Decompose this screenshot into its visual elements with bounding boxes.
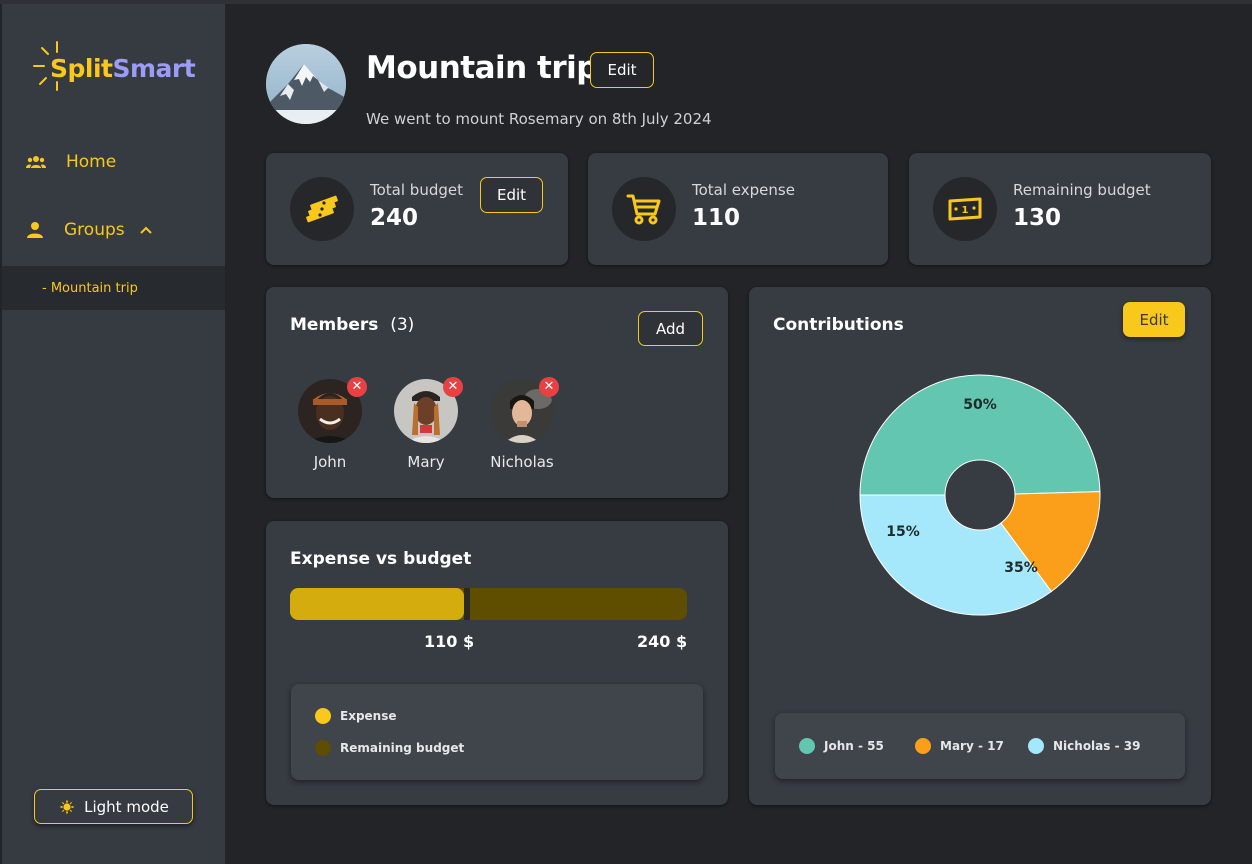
pie-label-nicholas: 35% bbox=[1004, 560, 1038, 576]
stat-value: 110 bbox=[692, 205, 741, 231]
members-card: Members (3) Add ✕ John ✕ Mary ✕ Nicholas bbox=[266, 287, 728, 498]
legend-item-expense: Expense bbox=[315, 708, 397, 724]
member-name: Nicholas bbox=[490, 453, 554, 471]
member-name: Mary bbox=[407, 453, 445, 471]
stat-label: Remaining budget bbox=[1013, 181, 1151, 199]
edit-group-button[interactable]: Edit bbox=[590, 52, 654, 88]
total-budget-card: Total budget 240 Edit bbox=[266, 153, 568, 265]
remove-member-icon[interactable]: ✕ bbox=[539, 377, 559, 397]
bar-separator bbox=[464, 588, 470, 620]
legend-dot bbox=[1028, 738, 1044, 754]
remove-member-icon[interactable]: ✕ bbox=[347, 377, 367, 397]
light-mode-button[interactable]: Light mode bbox=[34, 789, 193, 824]
banknote-icon-wrap: 1 bbox=[933, 177, 997, 241]
page-title: Mountain trip bbox=[366, 50, 598, 86]
sidebar-subitem-mountain-trip[interactable]: - Mountain trip bbox=[2, 266, 225, 310]
contributions-pie-chart: 50% 15% 35% bbox=[859, 374, 1101, 616]
legend-dot bbox=[315, 740, 331, 756]
budget-value: 240 $ bbox=[637, 632, 688, 651]
cart-icon bbox=[626, 194, 661, 225]
group-icon bbox=[26, 156, 46, 168]
cart-icon-wrap bbox=[612, 177, 676, 241]
expense-legend: Expense Remaining budget bbox=[291, 684, 703, 780]
expense-value: 110 $ bbox=[424, 632, 475, 651]
logo-text: SplitSmart bbox=[50, 54, 196, 83]
pie-label-mary: 15% bbox=[886, 524, 920, 540]
sidebar-item-label: Home bbox=[66, 152, 117, 172]
expense-vs-budget-card: Expense vs budget 110 $ 240 $ Expense Re… bbox=[266, 521, 728, 805]
group-description: We went to mount Rosemary on 8th July 20… bbox=[366, 110, 712, 128]
app-logo[interactable]: SplitSmart bbox=[32, 40, 202, 96]
total-expense-card: Total expense 110 bbox=[588, 153, 888, 265]
mountain-image bbox=[266, 44, 346, 124]
light-mode-label: Light mode bbox=[84, 797, 169, 816]
person-icon bbox=[27, 222, 43, 238]
legend-dot bbox=[915, 738, 931, 754]
sidebar-item-groups[interactable]: Groups bbox=[26, 220, 153, 240]
contributions-card: Contributions Edit 50% 15% 35% John - 55 M… bbox=[749, 287, 1211, 805]
member-name: John bbox=[313, 453, 347, 471]
legend-dot bbox=[799, 738, 815, 754]
pie-label-john: 50% bbox=[963, 397, 997, 413]
legend-item-john: John - 55 bbox=[799, 738, 884, 754]
chevron-up-icon[interactable] bbox=[139, 225, 153, 235]
legend-dot bbox=[315, 708, 331, 724]
legend-item-mary: Mary - 17 bbox=[915, 738, 1004, 754]
money-stack-icon bbox=[306, 195, 338, 223]
expense-vs-budget-title: Expense vs budget bbox=[290, 549, 472, 569]
members-title: Members (3) bbox=[290, 315, 415, 335]
sidebar-item-home[interactable]: Home bbox=[26, 152, 116, 172]
sidebar-item-label: Groups bbox=[64, 220, 125, 240]
add-member-button[interactable]: Add bbox=[638, 311, 703, 346]
member-item[interactable]: ✕ John bbox=[290, 377, 370, 471]
member-item[interactable]: ✕ Mary bbox=[386, 377, 466, 471]
money-icon-wrap bbox=[290, 177, 354, 241]
stat-label: Total expense bbox=[692, 181, 795, 199]
sidebar: SplitSmart Home Groups - Mountain trip L… bbox=[2, 4, 225, 864]
remaining-budget-card: 1 Remaining budget 130 bbox=[909, 153, 1211, 265]
expense-fill bbox=[290, 588, 464, 620]
edit-budget-button[interactable]: Edit bbox=[480, 177, 543, 213]
group-avatar bbox=[266, 44, 346, 124]
budget-progress-bar bbox=[290, 588, 687, 620]
svg-text:1: 1 bbox=[962, 205, 969, 216]
members-count: (3) bbox=[390, 315, 415, 335]
sun-icon bbox=[59, 798, 76, 815]
stat-value: 240 bbox=[370, 205, 419, 231]
donut-hole bbox=[944, 459, 1016, 531]
stat-value: 130 bbox=[1013, 205, 1062, 231]
member-item[interactable]: ✕ Nicholas bbox=[482, 377, 562, 471]
banknote-icon: 1 bbox=[948, 197, 982, 221]
legend-item-remaining: Remaining budget bbox=[315, 740, 464, 756]
contributions-legend: John - 55 Mary - 17 Nicholas - 39 bbox=[775, 713, 1185, 779]
remove-member-icon[interactable]: ✕ bbox=[443, 377, 463, 397]
stat-label: Total budget bbox=[370, 181, 463, 199]
legend-item-nicholas: Nicholas - 39 bbox=[1028, 738, 1140, 754]
